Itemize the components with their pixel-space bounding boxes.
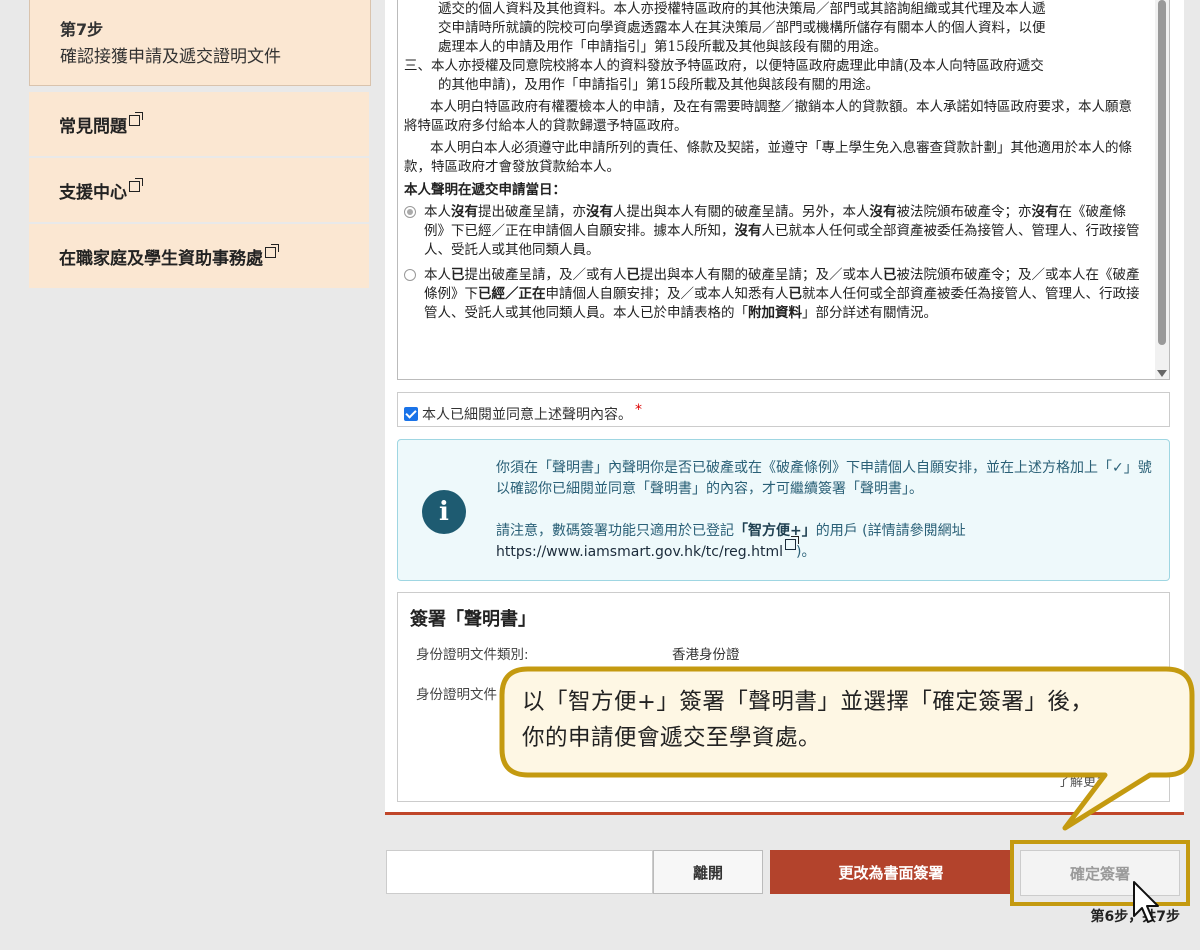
external-link-icon — [265, 244, 279, 258]
step-title: 確認接獲申請及遞交證明文件 — [60, 47, 281, 67]
info-box: i 你須在「聲明書」內聲明你是否已破產或在《破產條例》下申請個人自願安排，並在上… — [397, 439, 1170, 581]
confirm-button-highlight: 確定簽署 — [1010, 840, 1190, 906]
declaration-text: 交申請時所就讀的院校可向學資處透露本人在其決策局／部門或機構所儲存有關本人的個人… — [438, 20, 1046, 36]
declaration-text: 遞交的個人資料及其他資料。本人亦授權特區政府的其他決策局／部門或其諮詢組織或其代… — [438, 1, 1046, 17]
callout-line: 你的申請便會遞交至學資處。 — [522, 725, 822, 751]
sidebar-step-7[interactable]: 第7步 確認接獲申請及遞交證明文件 — [29, 0, 371, 86]
doc-type-value: 香港身份證 — [672, 647, 740, 663]
info-text: 你須在「聲明書」內聲明你是否已破產或在《破產條例》下申請個人自願安排，並在上述方… — [496, 458, 1164, 563]
info-paragraph: 你須在「聲明書」內聲明你是否已破產或在《破產條例》下申請個人自願安排，並在上述方… — [496, 460, 1152, 497]
agree-label: 本人已細閱並同意上述聲明內容。 — [422, 406, 632, 423]
leave-button[interactable]: 離開 — [653, 850, 763, 894]
declaration-paragraph: 本人明白特區政府有權覆檢本人的申請，及在有需要時調整／撤銷本人的貸款額。本人承諾… — [404, 99, 1132, 134]
declaration-item-3: 三、本人亦授權及同意院校將本人的資料發放予特區政府，以便特區政府處理此申請(及本… — [404, 58, 1044, 74]
sidebar-link-label: 常見問題 — [59, 117, 127, 137]
mouse-cursor-icon — [1133, 881, 1159, 923]
declaration-paragraph: 本人明白本人必須遵守此申請所列的責任、條款及契諾，並遵守「專上學生免入息審查貸款… — [404, 140, 1132, 175]
declaration-text: 處理本人的申請及用作「申請指引」第15段所載及其他與該段有關的用途。 — [438, 39, 888, 55]
option-text: 本人沒有提出破產呈請，亦沒有人提出與本人有關的破產呈請。另外，本人沒有被法院頒布… — [424, 204, 1140, 258]
agree-checkbox-row[interactable]: 本人已細閱並同意上述聲明內容。 * — [397, 392, 1170, 427]
sidebar-link-support[interactable]: 支援中心 — [29, 158, 369, 222]
info-icon: i — [422, 490, 466, 534]
scroll-down-arrow-icon[interactable] — [1157, 370, 1167, 377]
scrollbar[interactable] — [1155, 0, 1169, 379]
learn-more-link[interactable]: 了解更多 — [1057, 771, 1109, 790]
external-link-icon — [129, 112, 143, 126]
option-text: 本人已提出破產呈請，及／或有人已提出與本人有關的破產呈請；及／或本人已被法院頒布… — [424, 267, 1140, 321]
doc-number-label: 身份證明文件 — [416, 687, 497, 703]
external-link-icon — [785, 536, 799, 550]
radio-button[interactable] — [404, 269, 416, 281]
bankruptcy-option-yes[interactable]: 本人已提出破產呈請，及／或有人已提出與本人有關的破產呈請；及／或本人已被法院頒布… — [404, 266, 1145, 323]
declaration-heading: 本人聲明在遞交申請當日： — [404, 182, 566, 198]
required-marker: * — [635, 401, 642, 418]
sidebar-link-wfsfaa[interactable]: 在職家庭及學生資助事務處 — [29, 224, 369, 288]
callout-line: 以「智方便+」簽署「聲明書」並選擇「確定簽署」後， — [522, 689, 1094, 715]
scrollbar-thumb[interactable] — [1158, 0, 1166, 345]
button-bar-spacer — [386, 850, 653, 894]
declaration-scroll-box[interactable]: 遞交的個人資料及其他資料。本人亦授權特區政府的其他決策局／部門或其諮詢組織或其代… — [397, 0, 1170, 380]
sidebar: 第7步 確認接獲申請及遞交證明文件 常見問題 支援中心 在職家庭及學生資助事務處 — [29, 0, 371, 288]
agree-checkbox[interactable] — [404, 406, 418, 421]
sidebar-link-faq[interactable]: 常見問題 — [29, 92, 369, 156]
bankruptcy-option-no[interactable]: 本人沒有提出破產呈請，亦沒有人提出與本人有關的破產呈請。另外，本人沒有被法院頒布… — [404, 203, 1145, 260]
iamsmart-link[interactable]: https://www.iamsmart.gov.hk/tc/reg.html — [496, 544, 783, 560]
radio-button[interactable] — [404, 206, 416, 218]
external-link-icon — [129, 178, 143, 192]
sidebar-link-label: 在職家庭及學生資助事務處 — [59, 249, 263, 269]
doc-type-label: 身份證明文件類別: — [416, 647, 529, 663]
step-number: 第7步 — [60, 20, 104, 39]
declaration-text: 的其他申請)，及用作「申請指引」第15段所載及其他與該段有關的用途。 — [438, 77, 879, 93]
sidebar-link-label: 支援中心 — [59, 183, 127, 203]
callout-text: 以「智方便+」簽署「聲明書」並選擇「確定簽署」後， 你的申請便會遞交至學資處。 — [522, 684, 1182, 756]
info-paragraph: 請注意，數碼簽署功能只適用於已登記「智方便+」的用戶 (詳情請參閱網址 https… — [496, 523, 966, 560]
change-to-paper-signing-button[interactable]: 更改為書面簽署 — [770, 850, 1012, 894]
sign-title: 簽署「聲明書」 — [410, 609, 536, 630]
